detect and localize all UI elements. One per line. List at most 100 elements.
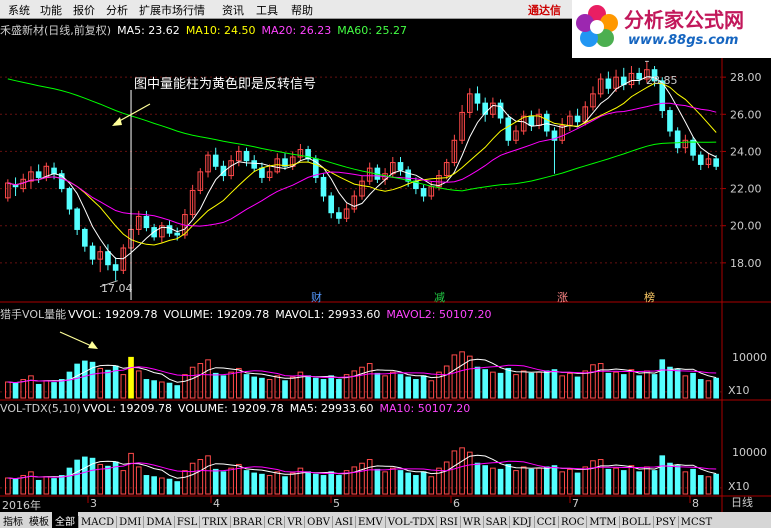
- tdx-bar: [289, 472, 296, 495]
- vol-bar: [135, 370, 142, 399]
- tdx-bar: [336, 475, 342, 495]
- candle-body: [320, 176, 327, 197]
- tdx-bar: [220, 471, 227, 495]
- indicator-tab-asi[interactable]: ASI: [331, 516, 355, 528]
- tdx-bar: [351, 466, 358, 495]
- indicator-tab-obv[interactable]: OBV: [304, 516, 332, 528]
- tdx-bar: [58, 475, 65, 495]
- tab-indicator[interactable]: 指标: [0, 512, 26, 528]
- vol-bar: [682, 375, 689, 399]
- tab-template[interactable]: 模板: [26, 512, 52, 528]
- tdx-bar: [151, 476, 157, 495]
- candle-body: [328, 195, 335, 214]
- indicator-tab-dmi[interactable]: DMI: [116, 516, 143, 528]
- tdx-bar: [597, 459, 604, 495]
- tdx-bar: [628, 465, 635, 495]
- tdx-bar: [420, 471, 427, 495]
- tab-all[interactable]: 全部: [52, 512, 78, 528]
- flag-list[interactable]: 榜: [644, 290, 655, 304]
- vol-bar: [312, 377, 319, 399]
- tdx-bar: [428, 476, 435, 495]
- tdx-bar: [397, 470, 404, 495]
- indicator-tab-cr[interactable]: CR: [264, 516, 284, 528]
- vol-bar: [590, 364, 596, 399]
- vol-bar: [336, 379, 342, 399]
- vol-bar: [282, 380, 288, 399]
- indicator-tab-mtm[interactable]: MTM: [586, 516, 618, 528]
- vol-bar: [382, 375, 388, 399]
- x-label-month-3: 3: [90, 497, 97, 510]
- vol-bar: [351, 370, 358, 399]
- vol-bar: [174, 385, 181, 399]
- indicator-tab-boll[interactable]: BOLL: [618, 516, 653, 528]
- vol-bar: [389, 371, 396, 399]
- indicator-tab-dma[interactable]: DMA: [143, 516, 173, 528]
- site-logo: 分析家公式网 www.88gs.com: [572, 0, 771, 58]
- vol-bar: [574, 376, 581, 399]
- indicator-tab-wr[interactable]: WR: [459, 516, 483, 528]
- vol-bar: [189, 366, 196, 399]
- tdx-bar: [166, 478, 173, 495]
- vol-bar: [567, 372, 573, 399]
- vol-bar: [259, 377, 265, 399]
- tdx-bar: [697, 475, 704, 495]
- indicator-tab-macd[interactable]: MACD: [78, 516, 116, 528]
- vol-bar: [51, 382, 57, 399]
- tdx-bar: [543, 466, 550, 495]
- tdx-bar: [189, 462, 196, 495]
- high-price-marker: 28.85: [646, 74, 678, 87]
- tdx-bar: [520, 466, 527, 495]
- indicator-tab-kdj[interactable]: KDJ: [509, 516, 534, 528]
- vol-bar: [559, 375, 565, 399]
- tdx-bar: [644, 466, 650, 495]
- vol-bar: [659, 359, 666, 399]
- vol-bar: [636, 375, 642, 399]
- candle-body: [667, 110, 673, 132]
- indicator-tab-emv[interactable]: EMV: [354, 516, 385, 528]
- flag-finance[interactable]: 财: [311, 290, 322, 304]
- vol-bar: [420, 375, 427, 399]
- candle-body: [35, 171, 42, 178]
- price-tick-label: 24.00: [730, 145, 762, 158]
- tdx-bar: [182, 470, 188, 495]
- flag-rise[interactable]: 涨: [557, 291, 568, 304]
- annotation-text: 图中量能柱为黄色即是反转信号: [134, 76, 316, 92]
- tdx-bar: [459, 447, 465, 495]
- vol-bar: [82, 360, 88, 399]
- tdx-bar: [613, 467, 619, 495]
- tdx-bar: [474, 462, 481, 495]
- flag-reduce[interactable]: 减: [434, 291, 445, 304]
- stock-chart[interactable]: 18.00 20.00 22.00 24.00 26.00 28.00 图中量能柱为黄色即…: [0, 0, 771, 528]
- candle-body: [636, 72, 642, 80]
- tdx-bar: [490, 467, 496, 495]
- vol-bar: [366, 363, 373, 399]
- indicator-tab-psy[interactable]: PSY: [652, 516, 678, 528]
- indicator-tab-mcst[interactable]: MCST: [677, 516, 714, 528]
- indicator-tab-cci[interactable]: CCI: [533, 516, 558, 528]
- vol-bar: [505, 367, 512, 399]
- indicator-tab-vol-tdx[interactable]: VOL-TDX: [384, 516, 437, 528]
- vol-bar: [628, 369, 635, 399]
- vol-bar: [274, 375, 281, 399]
- tdx-bar: [567, 468, 573, 495]
- tdx-bar: [659, 455, 666, 495]
- tdx-bar: [282, 476, 288, 495]
- tdx-bar: [251, 472, 258, 495]
- indicator-tab-fsl[interactable]: FSL: [173, 516, 199, 528]
- vol-bar: [705, 380, 712, 399]
- candle-body: [497, 102, 504, 119]
- vol-bar: [220, 375, 227, 399]
- vol-bar: [305, 375, 311, 399]
- ma20-line: [7, 102, 717, 227]
- flower-icon: [576, 5, 618, 47]
- indicator-tab-vr[interactable]: VR: [284, 516, 304, 528]
- indicator-tab-brar[interactable]: BRAR: [229, 516, 265, 528]
- indicator-tab-roc[interactable]: ROC: [557, 516, 586, 528]
- tdx-bar: [559, 471, 565, 495]
- indicator-tab-rsi[interactable]: RSI: [436, 516, 459, 528]
- tdx-bar: [528, 468, 535, 495]
- tdx-bar: [197, 459, 204, 495]
- indicator-tab-sar[interactable]: SAR: [482, 516, 510, 528]
- indicator-tab-trix[interactable]: TRIX: [199, 516, 229, 528]
- vol-bar: [413, 379, 419, 399]
